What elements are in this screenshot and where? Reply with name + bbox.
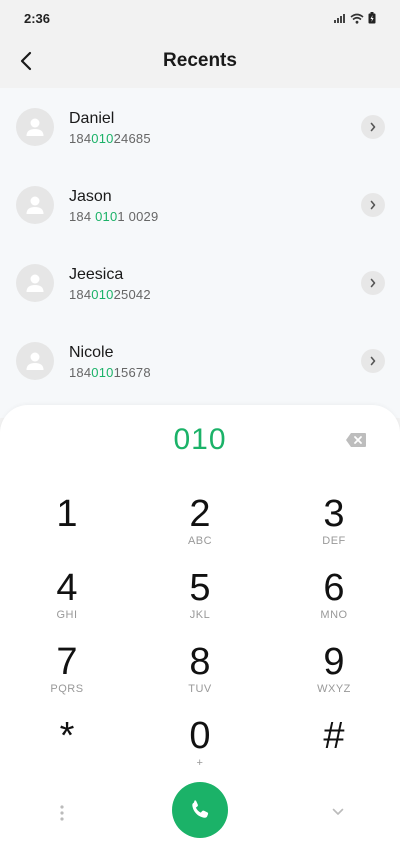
number-match: 010 [91,131,114,146]
list-item[interactable]: Jason 184 0101 0029 [0,166,400,244]
backspace-icon [346,433,366,447]
contact-name: Daniel [69,110,115,127]
key-digit: 1 [56,493,78,535]
key-4[interactable]: 4 GHI [7,568,127,638]
person-icon [26,118,44,136]
collapse-keypad-button[interactable] [329,805,347,819]
number-suffix: 15678 [113,365,151,380]
key-digit: 5 [189,567,211,609]
wifi-icon [350,13,364,24]
key-letters: + [196,757,204,769]
chevron-right-icon [370,278,376,288]
chevron-right-icon [370,200,376,210]
number-suffix: 1 0029 [117,209,159,224]
list-item[interactable]: Nicole 18401015678 [0,322,400,400]
key-letters: GHI [56,609,78,621]
avatar [16,264,54,302]
key-digit: 4 [56,567,78,609]
contact-detail-button[interactable] [361,193,385,217]
key-1[interactable]: 1 [7,494,127,564]
key-hash[interactable]: # [274,716,394,786]
contact-info: Jeesica 18401025042 [69,265,151,304]
chevron-down-icon [332,808,344,815]
contact-info: Jason 184 0101 0029 [69,187,158,226]
back-button[interactable] [12,47,40,75]
contact-info: Nicole 18401015678 [69,343,151,382]
key-9[interactable]: 9 WXYZ [274,642,394,712]
number-prefix: 184 [69,365,92,380]
key-digit: # [323,715,345,757]
chevron-left-icon [20,51,32,71]
key-6[interactable]: 6 MNO [274,568,394,638]
key-digit: 3 [323,493,345,535]
key-digit: 0 [189,715,211,757]
key-letters: DEF [322,535,346,547]
contact-detail-button[interactable] [361,271,385,295]
key-star[interactable]: * [7,716,127,786]
person-icon [26,196,44,214]
contact-number: 18401024685 [69,130,151,148]
key-0[interactable]: 0 + [140,716,260,786]
backspace-button[interactable] [344,431,368,449]
key-letters: PQRS [50,683,84,695]
key-letters: JKL [189,609,211,621]
number-prefix: 184 [69,131,92,146]
key-digit: 8 [189,641,211,683]
key-letters: ABC [187,535,213,547]
contact-detail-button[interactable] [361,349,385,373]
person-icon [26,352,44,370]
contact-number: 184 0101 0029 [69,208,158,226]
status-bar: 2:36 [0,0,400,36]
dialer-panel: 010 1 2 ABC 3 DEF 4 GHI 5 JKL 6 MNO 7 PQ… [0,405,400,866]
list-item[interactable]: Jeesica 18401025042 [0,244,400,322]
avatar [16,342,54,380]
status-time: 2:36 [24,10,51,26]
key-letters: WXYZ [317,683,351,695]
key-digit: 7 [56,641,78,683]
signal-icon [334,14,345,23]
number-suffix: 25042 [113,287,151,302]
contact-info: Daniel 18401024685 [69,109,151,148]
contact-name: Jeesica [69,266,124,283]
number-suffix: 24685 [113,131,151,146]
person-icon [26,274,44,292]
contact-number: 18401015678 [69,364,151,382]
key-digit: 6 [323,567,345,609]
recents-list: Daniel 18401024685 Jason 184 0101 0029 J… [0,88,400,418]
more-vertical-icon [60,805,64,821]
call-button[interactable] [172,782,228,838]
key-2[interactable]: 2 ABC [140,494,260,564]
key-5[interactable]: 5 JKL [140,568,260,638]
number-match: 010 [91,365,114,380]
key-3[interactable]: 3 DEF [274,494,394,564]
page-title: Recents [163,50,237,71]
chevron-right-icon [370,356,376,366]
dialed-number-display[interactable]: 010 [0,423,400,457]
contact-name: Jason [69,188,112,205]
list-item[interactable]: Daniel 18401024685 [0,88,400,166]
contact-number: 18401025042 [69,286,151,304]
avatar [16,108,54,146]
key-digit: 9 [323,641,345,683]
key-digit: 2 [189,493,211,535]
battery-icon [368,12,376,24]
contact-detail-button[interactable] [361,115,385,139]
contact-name: Nicole [69,344,114,361]
number-prefix: 184 [69,287,92,302]
key-digit: * [59,715,75,757]
key-letters: MNO [320,609,348,621]
key-letters: TUV [188,683,212,695]
number-match: 010 [91,287,114,302]
key-8[interactable]: 8 TUV [140,642,260,712]
app-header: Recents [0,36,400,86]
more-options-button[interactable] [56,803,68,823]
number-prefix: 184 [69,209,96,224]
chevron-right-icon [370,122,376,132]
number-match: 010 [95,209,118,224]
status-icons [334,12,376,24]
key-7[interactable]: 7 PQRS [7,642,127,712]
avatar [16,186,54,224]
phone-icon [192,800,209,818]
